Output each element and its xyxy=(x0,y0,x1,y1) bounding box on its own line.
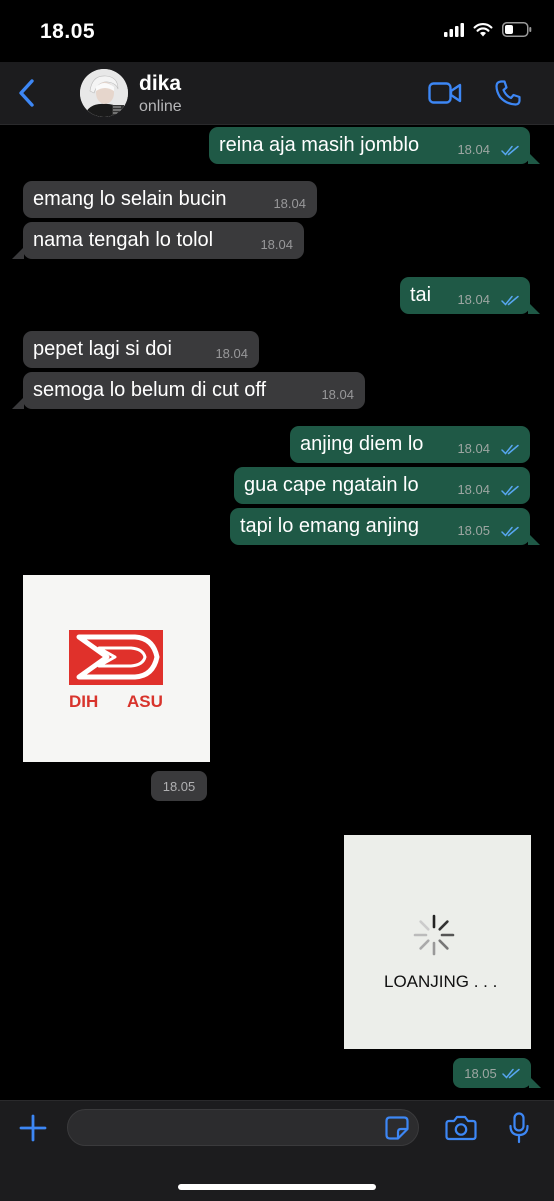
message-text: pepet lagi si doi xyxy=(33,338,172,360)
image-time: 18.05 xyxy=(464,1065,497,1081)
message-text: tapi lo emang anjing xyxy=(240,515,420,537)
bubble-tail xyxy=(528,533,540,545)
image-time-badge: 18.05 xyxy=(453,1058,531,1088)
svg-text:ASU: ASU xyxy=(127,692,163,711)
message-bubble-outgoing[interactable]: tapi lo emang anjing 18.05 xyxy=(230,508,530,545)
svg-text:DIH: DIH xyxy=(69,692,98,711)
microphone-icon xyxy=(509,1112,529,1144)
message-bubble-incoming[interactable]: nama tengah lo tolol 18.04 xyxy=(23,222,304,259)
camera-icon xyxy=(445,1115,477,1141)
message-time: 18.04 xyxy=(457,441,490,456)
logo-image: DIH ASU xyxy=(23,575,210,762)
message-text: emang lo selain bucin xyxy=(33,188,227,210)
sticker-button[interactable] xyxy=(383,1114,411,1142)
back-button[interactable] xyxy=(10,76,44,110)
signal-icon xyxy=(444,22,464,37)
message-text: tai xyxy=(410,284,432,306)
message-input-bar xyxy=(0,1100,554,1201)
video-call-button[interactable] xyxy=(427,76,463,110)
bubble-tail xyxy=(529,1076,541,1088)
bubble-tail xyxy=(528,152,540,164)
status-bar: 18.05 xyxy=(0,0,554,62)
microphone-button[interactable] xyxy=(503,1109,535,1147)
message-bubble-outgoing[interactable]: anjing diem lo 18.04 xyxy=(290,426,530,463)
image-time-badge: 18.05 xyxy=(151,771,207,801)
contact-name[interactable]: dika xyxy=(139,72,181,96)
message-time: 18.04 xyxy=(321,387,354,402)
message-time: 18.05 xyxy=(457,523,490,538)
read-receipt-icon xyxy=(501,145,519,156)
loading-image: LOANJING . . . xyxy=(344,835,531,1049)
message-bubble-outgoing[interactable]: tai 18.04 xyxy=(400,277,530,314)
status-time: 18.05 xyxy=(40,20,96,43)
bubble-tail xyxy=(528,302,540,314)
message-text: anjing diem lo xyxy=(300,433,424,455)
phone-icon xyxy=(495,80,521,106)
camera-button[interactable] xyxy=(443,1111,479,1145)
message-bubble-incoming[interactable]: pepet lagi si doi 18.04 xyxy=(23,331,259,368)
attach-button[interactable] xyxy=(16,1111,50,1145)
plus-icon xyxy=(19,1114,47,1142)
read-receipt-icon xyxy=(502,1068,520,1079)
message-time: 18.04 xyxy=(273,196,306,211)
message-time: 18.04 xyxy=(260,237,293,252)
svg-text:LOANJING . . .: LOANJING . . . xyxy=(384,972,497,991)
message-text: reina aja masih jomblo xyxy=(219,134,420,156)
chat-area[interactable]: reina aja masih jomblo 18.04 emang lo se… xyxy=(0,125,554,1100)
message-time: 18.04 xyxy=(457,482,490,497)
sticker-icon xyxy=(385,1116,409,1140)
image-message-outgoing[interactable]: LOANJING . . . xyxy=(344,835,531,1049)
back-chevron-icon xyxy=(19,79,34,107)
read-receipt-icon xyxy=(501,526,519,537)
bubble-tail xyxy=(12,247,24,259)
contact-avatar[interactable] xyxy=(80,69,128,117)
battery-icon xyxy=(502,22,532,37)
status-icons xyxy=(444,22,532,37)
read-receipt-icon xyxy=(501,444,519,455)
read-receipt-icon xyxy=(501,485,519,496)
wifi-icon xyxy=(473,23,493,37)
home-indicator[interactable] xyxy=(178,1184,376,1190)
message-text: nama tengah lo tolol xyxy=(33,229,214,251)
chat-header: dika online xyxy=(0,62,554,125)
message-bubble-incoming[interactable]: emang lo selain bucin 18.04 xyxy=(23,181,317,218)
avatar-photo xyxy=(80,69,128,117)
message-bubble-outgoing[interactable]: reina aja masih jomblo 18.04 xyxy=(209,127,530,164)
image-message-incoming[interactable]: DIH ASU xyxy=(23,575,210,762)
message-text: semoga lo belum di cut off xyxy=(33,379,267,401)
read-receipt-icon xyxy=(501,295,519,306)
voice-call-button[interactable] xyxy=(490,76,526,110)
message-time: 18.04 xyxy=(457,292,490,307)
message-bubble-incoming[interactable]: semoga lo belum di cut off 18.04 xyxy=(23,372,365,409)
message-bubble-outgoing[interactable]: gua cape ngatain lo 18.04 xyxy=(234,467,530,504)
message-text: gua cape ngatain lo xyxy=(244,474,419,496)
bubble-tail xyxy=(12,397,24,409)
video-call-icon xyxy=(428,82,462,104)
message-input[interactable] xyxy=(67,1109,419,1146)
message-time: 18.04 xyxy=(457,142,490,157)
message-time: 18.04 xyxy=(215,346,248,361)
contact-status: online xyxy=(139,98,182,115)
